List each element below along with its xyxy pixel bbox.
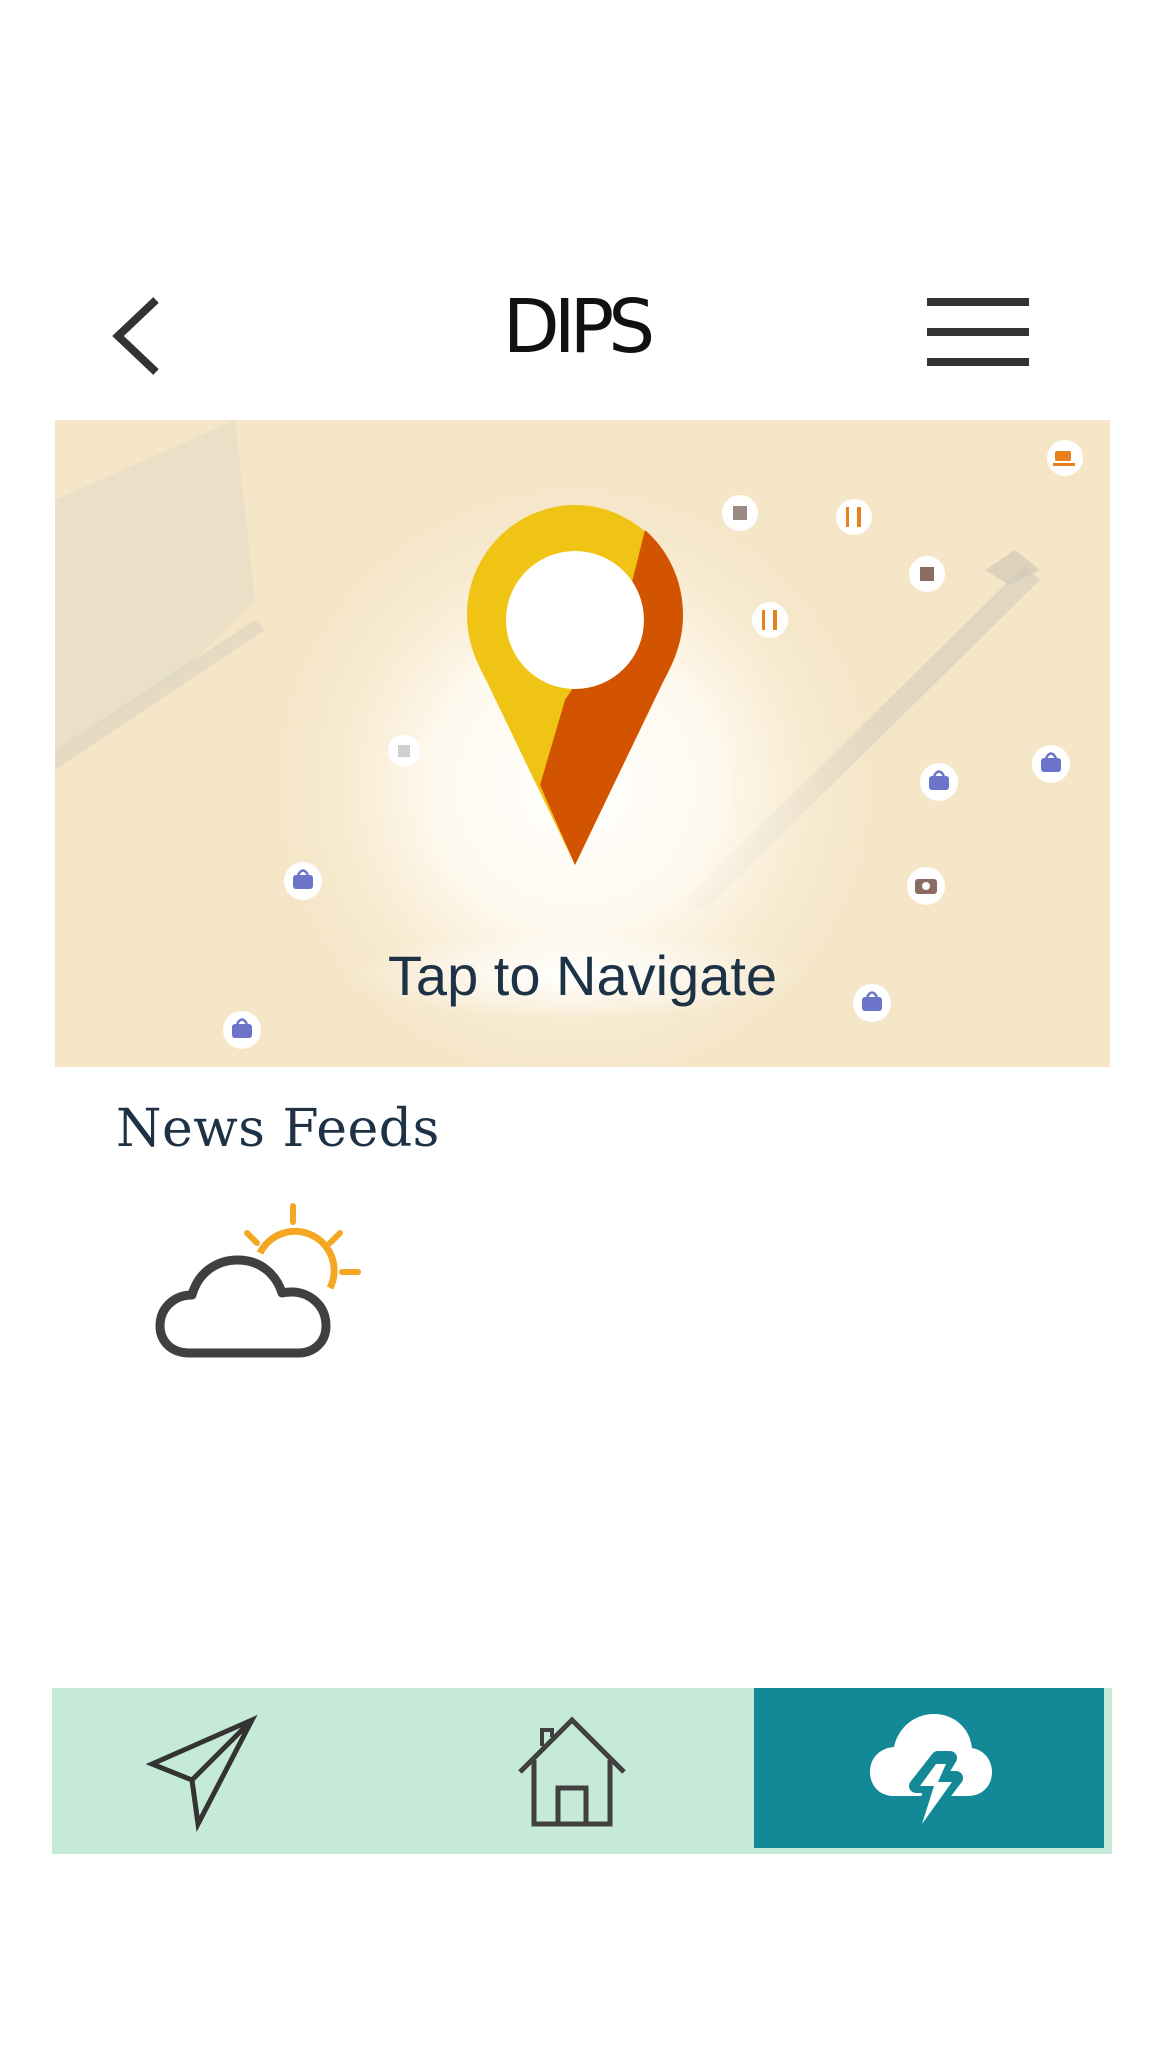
map-marker-camera xyxy=(907,867,945,905)
map-marker-square xyxy=(909,556,945,592)
news-feeds-title: News Feeds xyxy=(116,1099,440,1159)
partly-cloudy-icon xyxy=(155,1203,361,1358)
bottom-navigation xyxy=(52,1688,1112,1854)
paper-plane-icon xyxy=(145,1714,258,1832)
nav-weather-button[interactable] xyxy=(754,1688,1104,1848)
nav-send-button[interactable] xyxy=(52,1688,352,1854)
map-marker-restaurant xyxy=(752,602,788,638)
map-marker-coffee xyxy=(1047,440,1083,476)
map-marker-shopping xyxy=(223,1011,261,1049)
map-marker-shopping xyxy=(920,763,958,801)
map-marker-shopping xyxy=(284,862,322,900)
cloud-lightning-icon xyxy=(870,1714,992,1835)
nav-home-button[interactable] xyxy=(402,1688,752,1854)
map-marker-square xyxy=(388,735,420,767)
navigate-banner[interactable]: Tap to Navigate xyxy=(55,420,1110,1067)
app-header: DIPS xyxy=(0,270,1152,390)
home-icon xyxy=(518,1716,626,1827)
map-marker-restaurant xyxy=(836,499,872,535)
tap-to-navigate-label: Tap to Navigate xyxy=(387,944,778,1007)
map-marker-square xyxy=(722,495,758,531)
menu-button[interactable] xyxy=(925,294,1031,370)
hamburger-menu-icon xyxy=(927,298,1029,366)
weather-widget[interactable] xyxy=(150,1198,370,1368)
map-marker-shopping xyxy=(1032,745,1070,783)
